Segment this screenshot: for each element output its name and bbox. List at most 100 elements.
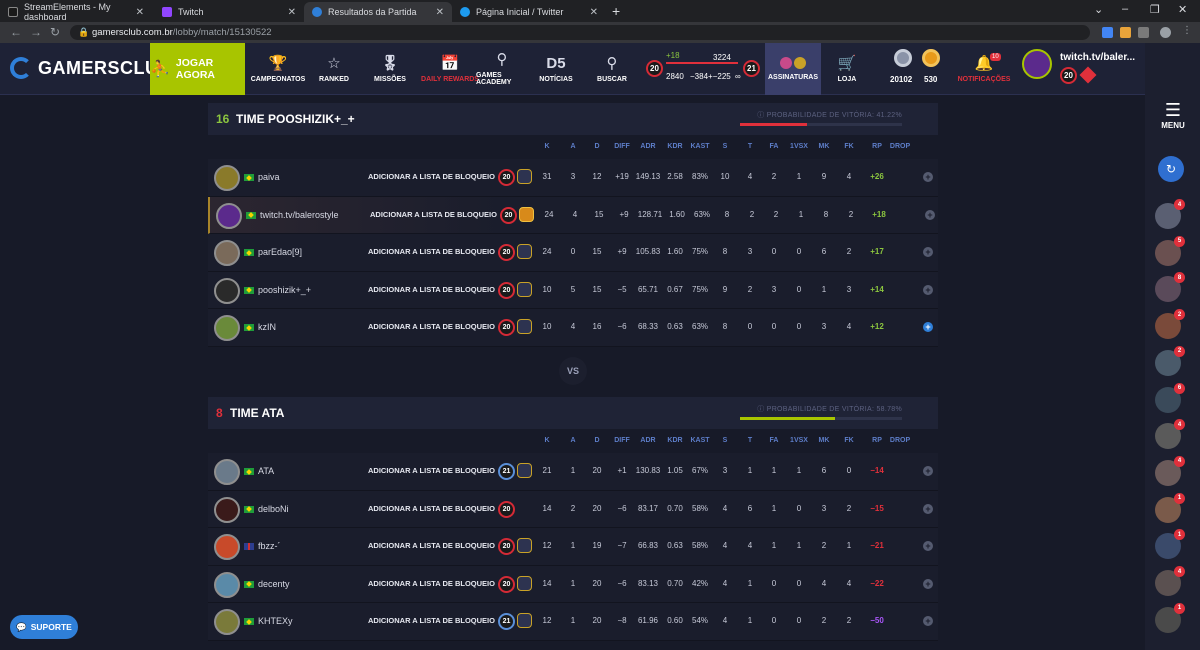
support-button[interactable]: 💬 SUPORTE <box>10 615 78 639</box>
close-icon[interactable]: ✕ <box>136 7 144 18</box>
avatar[interactable] <box>214 534 240 560</box>
player-name[interactable]: ATA <box>258 466 274 476</box>
url-input[interactable]: 🔒 gamersclub.com.br/lobby/match/15130522 <box>70 25 1090 40</box>
nav-daily-rewards[interactable]: 📅 DAILY REWARDS <box>420 43 480 95</box>
table-row[interactable]: paiva ADICIONAR A LISTA DE BLOQUEIO 20 31 3 1… <box>208 159 938 197</box>
drop-plus-icon[interactable]: + <box>923 541 933 551</box>
player-name[interactable]: parEdao[9] <box>258 247 302 257</box>
add-to-blocklist-button[interactable]: ADICIONAR A LISTA DE BLOQUEIO <box>368 616 495 625</box>
add-to-blocklist-button[interactable]: ADICIONAR A LISTA DE BLOQUEIO <box>368 466 495 475</box>
drop-plus-icon[interactable]: + <box>923 247 933 257</box>
nav-noticias[interactable]: D5 NOTÍCIAS <box>530 43 582 95</box>
close-icon[interactable]: ✕ <box>436 7 444 18</box>
user-profile[interactable]: twitch.tv/baler... 20 <box>1022 49 1142 89</box>
table-row[interactable]: ATA ADICIONAR A LISTA DE BLOQUEIO 21 21 1 20 +… <box>208 453 938 491</box>
avatar[interactable] <box>214 165 240 191</box>
add-to-blocklist-button[interactable]: ADICIONAR A LISTA DE BLOQUEIO <box>368 247 495 256</box>
close-icon[interactable]: ✕ <box>590 7 598 18</box>
player-name[interactable]: KHTEXy <box>258 616 293 626</box>
player-name[interactable]: delboNi <box>258 504 289 514</box>
friend-avatar[interactable]: 6 <box>1155 382 1185 413</box>
add-to-blocklist-button[interactable]: ADICIONAR A LISTA DE BLOQUEIO <box>368 285 495 294</box>
player-name[interactable]: kzIN <box>258 322 276 332</box>
add-to-blocklist-button[interactable]: ADICIONAR A LISTA DE BLOQUEIO <box>370 210 497 219</box>
back-icon[interactable]: ← <box>10 25 22 39</box>
drop-plus-icon[interactable]: + <box>923 578 933 589</box>
minimize-icon[interactable]: – <box>1122 3 1128 15</box>
drop-plus-icon[interactable]: + <box>923 172 933 182</box>
nav-games-academy[interactable]: ⚲ GAMES ACADEMY <box>476 43 528 95</box>
friend-avatar[interactable]: 1 <box>1155 492 1185 523</box>
subscriptions-button[interactable]: ASSINATURAS <box>765 43 821 95</box>
friend-avatar[interactable]: 4 <box>1155 455 1185 486</box>
add-to-blocklist-button[interactable]: ADICIONAR A LISTA DE BLOQUEIO <box>368 541 495 550</box>
close-icon[interactable]: ✕ <box>288 7 296 18</box>
gamersclub-logo[interactable]: GAMERSCLUB <box>10 57 172 79</box>
friend-avatar[interactable]: 4 <box>1155 566 1185 596</box>
player-name[interactable]: paiva <box>258 172 280 182</box>
menu-button[interactable]: ☰ MENU <box>1153 101 1193 130</box>
friend-avatar[interactable]: 1 <box>1155 602 1185 633</box>
more-icon[interactable]: ⋮ <box>1182 25 1192 36</box>
table-row[interactable]: parEdao[9] ADICIONAR A LISTA DE BLOQUEIO 2… <box>208 234 938 272</box>
drop-plus-icon[interactable]: + <box>925 209 935 220</box>
friend-avatar[interactable]: 2 <box>1155 309 1185 340</box>
gold-coin-icon[interactable] <box>922 49 940 67</box>
nav-loja[interactable]: 🛒 LOJA <box>822 43 872 95</box>
tab-twitter[interactable]: Página Inicial / Twitter ✕ <box>452 2 606 22</box>
avatar[interactable] <box>214 277 240 304</box>
drop-plus-icon[interactable]: + <box>923 466 933 476</box>
tab-streamelements[interactable]: StreamElements - My dashboard ✕ <box>0 2 152 22</box>
player-name[interactable]: fbzz-´ <box>258 541 281 551</box>
player-name[interactable]: pooshizik+_+ <box>258 285 311 295</box>
friend-avatar[interactable]: 2 <box>1155 345 1185 376</box>
friend-avatar[interactable]: 8 <box>1155 272 1185 303</box>
add-to-blocklist-button[interactable]: ADICIONAR A LISTA DE BLOQUEIO <box>368 322 495 331</box>
play-now-button[interactable]: ⛹ JOGAR AGORA <box>150 43 245 95</box>
friend-avatar[interactable]: 4 <box>1155 199 1185 229</box>
gc-coin-icon[interactable] <box>894 49 912 67</box>
forward-icon[interactable]: → <box>30 25 42 39</box>
friend-avatar[interactable]: 1 <box>1155 529 1185 560</box>
avatar[interactable] <box>214 609 240 635</box>
drop-plus-icon[interactable]: + <box>923 322 933 332</box>
nav-notificacoes[interactable]: 🔔 NOTIFICAÇÕES <box>958 43 1011 95</box>
profile-avatar[interactable] <box>1160 27 1171 38</box>
drop-plus-icon[interactable]: + <box>923 616 933 626</box>
avatar[interactable] <box>214 459 240 485</box>
friend-avatar[interactable]: 5 <box>1155 235 1185 266</box>
reload-icon[interactable]: ↻ <box>50 25 60 39</box>
extension-g-icon[interactable] <box>1102 27 1113 38</box>
nav-campeonatos[interactable]: 🏆 CAMPEONATOS <box>251 43 306 95</box>
drop-plus-icon[interactable]: + <box>923 503 933 514</box>
chevron-down-icon[interactable]: ⌄ <box>1094 3 1103 16</box>
avatar[interactable] <box>214 571 240 598</box>
extension-fox-icon[interactable] <box>1120 27 1131 38</box>
level-progress[interactable]: 20 +18 2840 3224 −384+−225 ∞ 21 <box>642 49 762 89</box>
tab-resultados[interactable]: Resultados da Partida ✕ <box>304 2 452 22</box>
table-row[interactable]: decenty ADICIONAR A LISTA DE BLOQUEIO 20 14… <box>208 565 938 603</box>
add-to-blocklist-button[interactable]: ADICIONAR A LISTA DE BLOQUEIO <box>368 504 495 513</box>
tab-twitch[interactable]: Twitch ✕ <box>154 2 304 22</box>
nav-buscar[interactable]: ⚲ BUSCAR <box>586 43 638 95</box>
table-row[interactable]: kzIN ADICIONAR A LISTA DE BLOQUEIO 20 10 4 16… <box>208 309 938 347</box>
avatar[interactable] <box>216 202 242 229</box>
nav-missoes[interactable]: 🎖 MISSÕES <box>364 43 416 95</box>
invite-icon[interactable]: ↻ <box>1158 156 1184 182</box>
table-row[interactable]: twitch.tv/balerostyle ADICIONAR A LISTA D… <box>208 196 938 234</box>
avatar[interactable] <box>214 315 240 341</box>
restore-icon[interactable]: ❐ <box>1150 3 1160 16</box>
add-to-blocklist-button[interactable]: ADICIONAR A LISTA DE BLOQUEIO <box>368 172 495 181</box>
window-close-icon[interactable]: ✕ <box>1178 3 1187 16</box>
table-row[interactable]: KHTEXy ADICIONAR A LISTA DE BLOQUEIO 21 12 1… <box>208 603 938 641</box>
player-name[interactable]: twitch.tv/balerostyle <box>260 210 339 220</box>
table-row[interactable]: delboNi ADICIONAR A LISTA DE BLOQUEIO 20 14… <box>208 490 938 528</box>
table-row[interactable]: pooshizik+_+ ADICIONAR A LISTA DE BLOQUEI… <box>208 271 938 309</box>
table-row[interactable]: fbzz-´ ADICIONAR A LISTA DE BLOQUEIO 20 12 1… <box>208 528 938 566</box>
extensions-icon[interactable] <box>1138 27 1149 38</box>
new-tab-icon[interactable]: + <box>612 3 620 19</box>
friend-avatar[interactable]: 4 <box>1155 419 1185 450</box>
player-name[interactable]: decenty <box>258 579 290 589</box>
avatar[interactable] <box>214 240 240 266</box>
add-to-blocklist-button[interactable]: ADICIONAR A LISTA DE BLOQUEIO <box>368 579 495 588</box>
